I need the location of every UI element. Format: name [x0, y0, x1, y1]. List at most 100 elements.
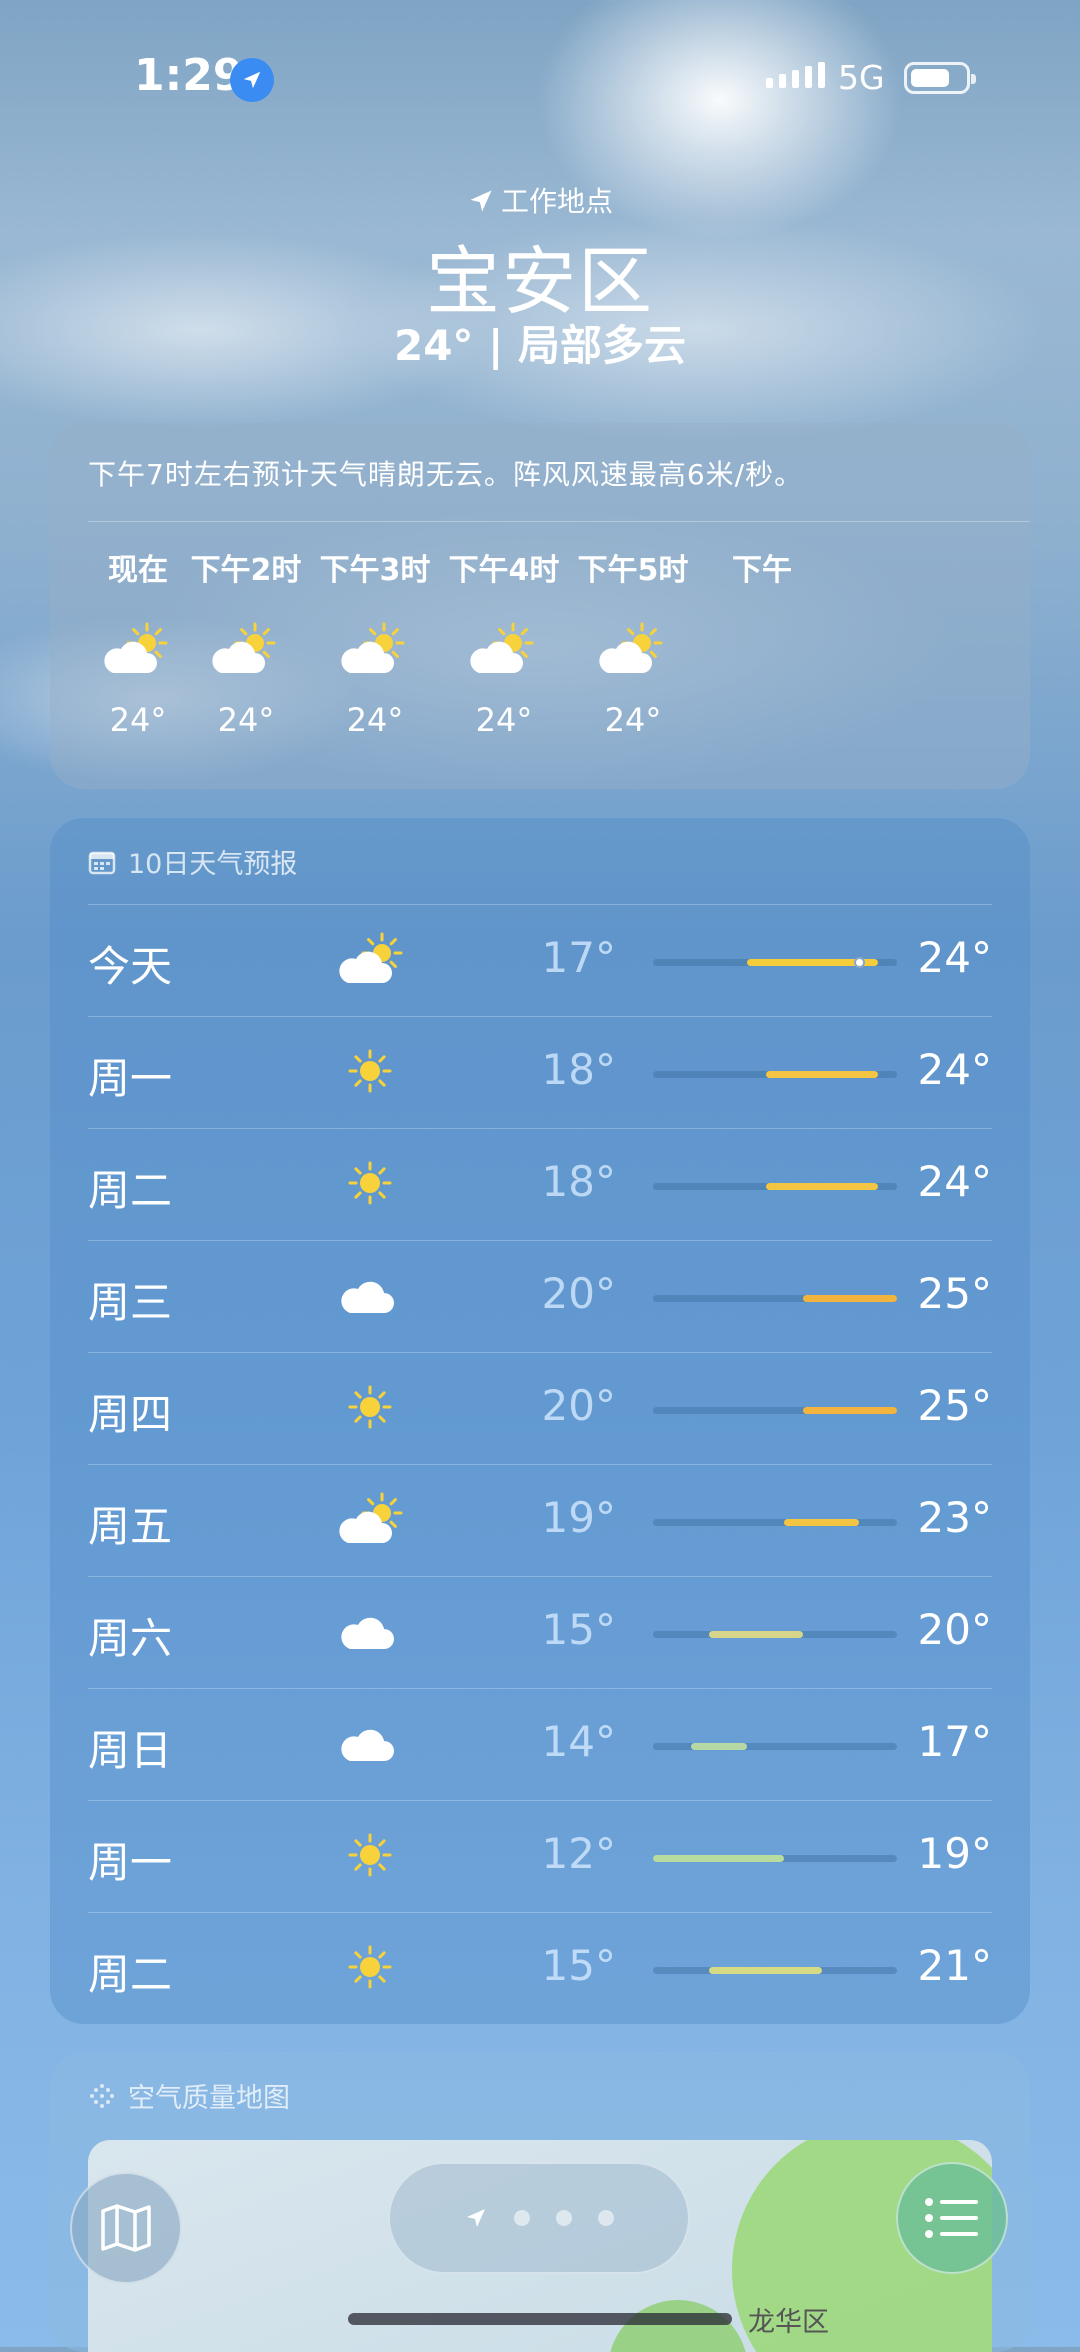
partly-sunny-icon: [103, 621, 173, 681]
hour-label: 下午4时: [448, 553, 560, 588]
temp-range-bar: [653, 1631, 897, 1638]
city-list-button[interactable]: [896, 2162, 1008, 2274]
day-label: 周三: [88, 1278, 173, 1327]
location-arrow-icon: [470, 190, 492, 212]
status-time: 1:29: [134, 50, 244, 101]
daily-row[interactable]: 周一 12° 19°: [88, 1800, 992, 1913]
temp-range-bar: [653, 957, 897, 968]
high-temp: 24°: [917, 1157, 992, 1206]
hour-label: 下午2时: [190, 553, 302, 588]
daily-row[interactable]: 周日 14° 17°: [88, 1688, 992, 1801]
high-temp: 24°: [917, 1045, 992, 1094]
low-temp: 15°: [541, 1605, 616, 1654]
ten-day-title: 10日天气预报: [128, 849, 298, 880]
cellular-signal-icon: [766, 62, 825, 88]
forecast-summary: 下午7时左右预计天气晴朗无云。阵风风速最高6米/秒。: [88, 458, 804, 491]
list-icon: [925, 2198, 978, 2238]
daily-row[interactable]: 周二 18° 24°: [88, 1128, 992, 1241]
cloud-icon: [338, 1267, 402, 1323]
high-temp: 19°: [917, 1829, 992, 1878]
home-indicator[interactable]: [348, 2313, 732, 2325]
page-dot: [556, 2210, 572, 2226]
hour-label: 下午5时: [577, 553, 689, 588]
daily-row[interactable]: 周三 20° 25°: [88, 1240, 992, 1353]
temp-range-bar: [653, 1743, 897, 1750]
cloud-icon: [338, 1603, 402, 1659]
temp-range-fill: [653, 1855, 785, 1862]
low-temp: 14°: [541, 1717, 616, 1766]
temp-range-bar: [653, 1183, 897, 1190]
partly-sunny-icon: [469, 621, 539, 681]
day-label: 周一: [88, 1054, 173, 1103]
sun-icon: [338, 1827, 402, 1883]
temp-range-fill: [803, 1295, 897, 1302]
hour-temp: 24°: [346, 701, 404, 739]
hourly-item: 下午3时 24°: [315, 545, 435, 739]
ten-day-header: 10日天气预报: [88, 842, 297, 881]
daily-row[interactable]: 周二 15° 21°: [88, 1912, 992, 2024]
temp-range-fill: [690, 1743, 747, 1750]
battery-icon: [904, 62, 976, 94]
low-temp: 12°: [541, 1829, 616, 1878]
ten-day-forecast-card[interactable]: 10日天气预报 今天 17° 24° 周一 18° 24° 周二 18° 24° 周三…: [50, 818, 1030, 2024]
high-temp: 17°: [917, 1717, 992, 1766]
air-quality-header: 空气质量地图: [88, 2076, 290, 2115]
temp-range-fill: [709, 1631, 804, 1638]
temp-range-bar: [653, 1407, 897, 1414]
sun-icon: [338, 1379, 402, 1435]
temp-range-fill: [765, 1183, 879, 1190]
high-temp: 23°: [917, 1493, 992, 1542]
hourly-item: 下午4时 24°: [444, 545, 564, 739]
location-pager[interactable]: [388, 2162, 690, 2274]
daily-row[interactable]: 周一 18° 24°: [88, 1016, 992, 1129]
hour-label: 现在: [108, 553, 168, 588]
temp-range-fill: [709, 1967, 822, 1974]
aqi-zone: [608, 2300, 748, 2352]
temp-range-bar: [653, 1071, 897, 1078]
hourly-forecast-card[interactable]: 下午7时左右预计天气晴朗无云。阵风风速最高6米/秒。 现在 24° 下午2时 24…: [50, 423, 1030, 789]
hourly-item: 下午2时 24°: [186, 545, 306, 739]
temp-range-bar: [653, 1295, 897, 1302]
daily-row[interactable]: 周五 19° 23°: [88, 1464, 992, 1577]
hour-temp: 24°: [475, 701, 533, 739]
hour-label: 下午: [732, 553, 792, 588]
air-quality-dots-icon: [90, 2083, 114, 2108]
map-button[interactable]: [70, 2172, 182, 2284]
hourly-item: 下午: [702, 545, 822, 701]
day-label: 周四: [88, 1390, 173, 1439]
daily-row[interactable]: 今天 17° 24°: [88, 904, 992, 1017]
temp-range-bar: [653, 1519, 897, 1526]
low-temp: 18°: [541, 1045, 616, 1094]
sun-icon: [338, 1939, 402, 1995]
map-icon: [101, 2204, 151, 2252]
hour-label: 下午3时: [319, 553, 431, 588]
daily-row[interactable]: 周四 20° 25°: [88, 1352, 992, 1465]
high-temp: 21°: [917, 1941, 992, 1990]
weather-icon: [727, 621, 797, 681]
low-temp: 20°: [541, 1269, 616, 1318]
day-label: 周五: [88, 1502, 173, 1551]
high-temp: 25°: [917, 1269, 992, 1318]
daily-row[interactable]: 周六 15° 20°: [88, 1576, 992, 1689]
low-temp: 15°: [541, 1941, 616, 1990]
day-label: 今天: [88, 942, 173, 991]
cloud-icon: [338, 1715, 402, 1771]
hourly-item: 下午5时 24°: [573, 545, 693, 739]
temp-range-fill: [765, 1071, 879, 1078]
day-label: 周六: [88, 1614, 173, 1663]
day-label: 周一: [88, 1838, 173, 1887]
day-label: 周二: [88, 1166, 173, 1215]
day-label: 周二: [88, 1950, 173, 1999]
low-temp: 19°: [541, 1493, 616, 1542]
sun-icon: [338, 1043, 402, 1099]
day-label: 周日: [88, 1726, 173, 1775]
partly-sunny-icon: [338, 1491, 403, 1547]
location-arrow-icon: [230, 58, 274, 102]
hour-temp: 24°: [217, 701, 275, 739]
hourly-item: 现在 24°: [78, 545, 198, 739]
temp-range-bar: [653, 1855, 897, 1862]
high-temp: 25°: [917, 1381, 992, 1430]
current-condition: 24° | 局部多云: [393, 321, 687, 370]
page-dot: [598, 2210, 614, 2226]
hour-temp: 24°: [109, 701, 167, 739]
